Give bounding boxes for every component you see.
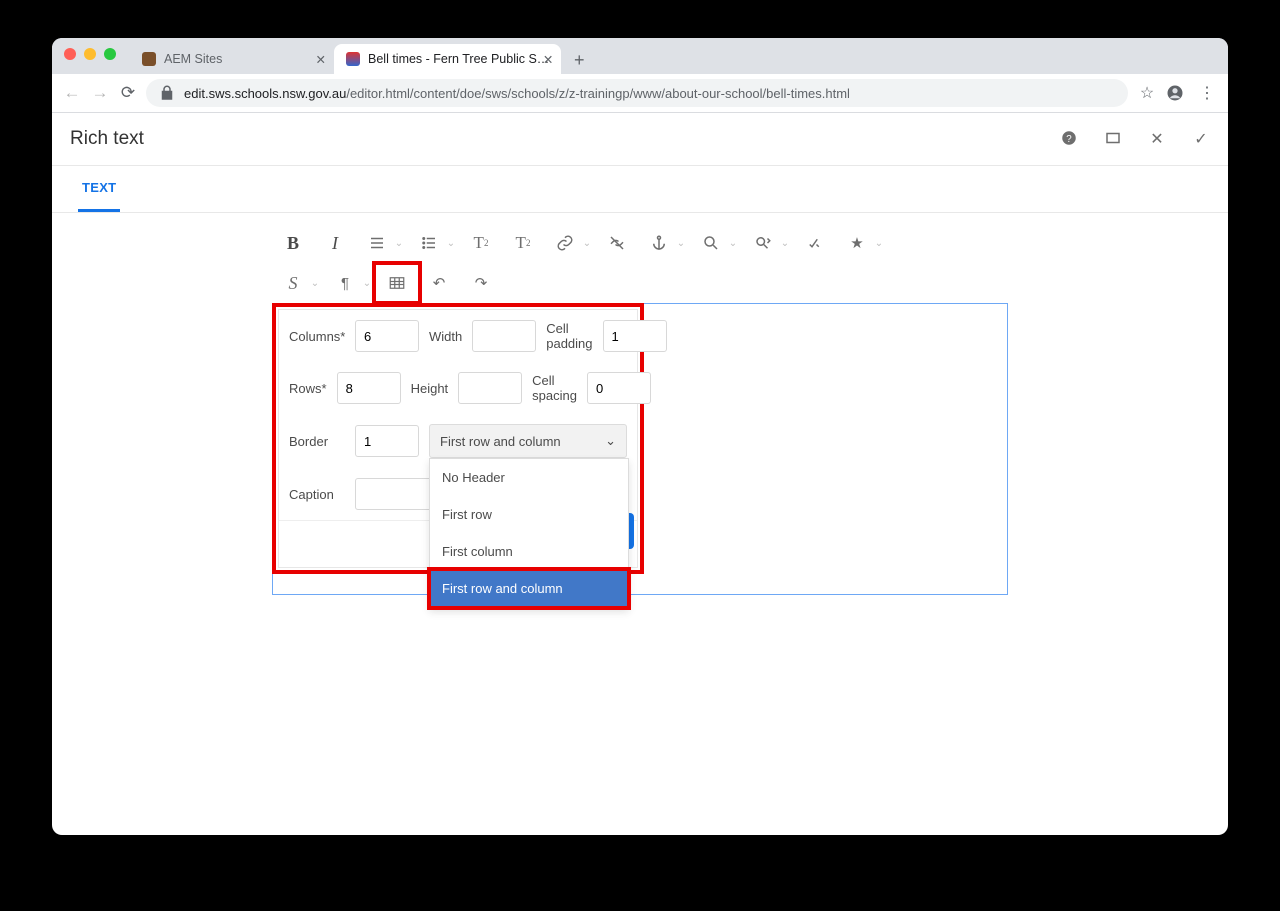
close-tab-icon[interactable]: ✕: [543, 52, 553, 67]
cellpadding-label: Cell padding: [546, 321, 592, 351]
help-icon[interactable]: ?: [1060, 129, 1078, 149]
spacer: [52, 655, 1228, 835]
subscript-button[interactable]: T2: [460, 225, 502, 261]
cellspacing-input[interactable]: [587, 372, 651, 404]
chevron-down-icon[interactable]: ⌄: [672, 225, 690, 261]
border-label: Border: [289, 434, 345, 449]
header-dropdown: No Header First row First column First r…: [429, 458, 629, 608]
header-select[interactable]: First row and column ⌄ No Header First r…: [429, 424, 627, 458]
browser-menu-icon[interactable]: ⋮: [1196, 83, 1218, 103]
rte-toolbar: B I ⌄ ⌄ T2 T2 ⌄ ⌄ ⌄ ⌄ ★ ⌄ S ⌄ ¶ ⌄ ↶ ↷: [52, 213, 1228, 301]
new-tab-button[interactable]: +: [565, 46, 593, 74]
address-bar: ← → ⟳ edit.sws.schools.nsw.gov.au/editor…: [52, 74, 1228, 113]
italic-button[interactable]: I: [314, 225, 356, 261]
favicon-icon: [346, 52, 360, 66]
width-label: Width: [429, 329, 462, 344]
annotation-highlight: [372, 261, 422, 305]
cellpadding-input[interactable]: [603, 320, 667, 352]
forward-icon[interactable]: →: [90, 83, 110, 103]
traffic-lights: [64, 48, 116, 60]
chevron-down-icon[interactable]: ⌄: [776, 225, 794, 261]
tab-text[interactable]: TEXT: [78, 166, 120, 212]
close-icon[interactable]: ✕: [1148, 129, 1166, 149]
header-option-first-column[interactable]: First column: [430, 533, 628, 570]
lock-icon: [158, 84, 176, 102]
width-input[interactable]: [472, 320, 536, 352]
height-label: Height: [411, 381, 449, 396]
chevron-down-icon[interactable]: ⌄: [724, 225, 742, 261]
browser-window: AEM Sites ✕ Bell times - Fern Tree Publi…: [52, 38, 1228, 835]
favicon-icon: [142, 52, 156, 66]
svg-text:?: ?: [1066, 134, 1072, 145]
chevron-down-icon[interactable]: ⌄: [442, 225, 460, 261]
header-option-none[interactable]: No Header: [430, 459, 628, 496]
tab-title: Bell times - Fern Tree Public S…: [368, 52, 549, 66]
header-option-first-row[interactable]: First row: [430, 496, 628, 533]
unlink-button[interactable]: [596, 225, 638, 261]
maximize-window-button[interactable]: [104, 48, 116, 60]
caption-label: Caption: [289, 487, 345, 502]
chevron-down-icon[interactable]: ⌄: [578, 225, 596, 261]
account-icon[interactable]: [1166, 84, 1188, 102]
cellspacing-label: Cell spacing: [532, 373, 577, 403]
header-selected: First row and column: [440, 434, 561, 449]
bold-button[interactable]: B: [272, 225, 314, 261]
border-input[interactable]: [355, 425, 419, 457]
done-icon[interactable]: ✓: [1192, 129, 1210, 149]
rows-label: Rows*: [289, 381, 327, 396]
close-tab-icon[interactable]: ✕: [316, 52, 326, 67]
rows-input[interactable]: [337, 372, 401, 404]
chevron-down-icon[interactable]: ⌄: [870, 225, 888, 261]
browser-tab-bell-times[interactable]: Bell times - Fern Tree Public S… ✕: [334, 44, 561, 74]
tab-title: AEM Sites: [164, 52, 222, 66]
url-text: edit.sws.schools.nsw.gov.au/editor.html/…: [184, 86, 850, 101]
browser-titlebar: AEM Sites ✕ Bell times - Fern Tree Publi…: [52, 38, 1228, 74]
editor-stage: Columns* Width Cell padding Rows* Height…: [272, 303, 1008, 595]
columns-label: Columns*: [289, 329, 345, 344]
table-button[interactable]: [376, 265, 418, 301]
dialog-title: Rich text: [70, 128, 144, 150]
minimize-window-button[interactable]: [84, 48, 96, 60]
redo-button[interactable]: ↷: [460, 265, 502, 301]
url-field[interactable]: edit.sws.schools.nsw.gov.au/editor.html/…: [146, 79, 1128, 107]
height-input[interactable]: [458, 372, 522, 404]
chevron-down-icon[interactable]: ⌄: [306, 265, 324, 301]
undo-button[interactable]: ↶: [418, 265, 460, 301]
columns-input[interactable]: [355, 320, 419, 352]
table-properties-dialog: Columns* Width Cell padding Rows* Height…: [272, 303, 644, 574]
superscript-button[interactable]: T2: [502, 225, 544, 261]
browser-tab-aem-sites[interactable]: AEM Sites ✕: [130, 44, 334, 74]
reload-icon[interactable]: ⟳: [118, 83, 138, 103]
editor-header: Rich text ? ✕ ✓: [52, 113, 1228, 165]
chevron-down-icon: ⌄: [605, 433, 616, 449]
spellcheck-button[interactable]: [794, 225, 836, 261]
editor-tabs: TEXT: [52, 166, 1228, 213]
back-icon[interactable]: ←: [62, 83, 82, 103]
bookmark-star-icon[interactable]: ☆: [1136, 83, 1158, 103]
fullscreen-icon[interactable]: [1104, 129, 1122, 149]
browser-tabs: AEM Sites ✕ Bell times - Fern Tree Publi…: [130, 38, 593, 74]
chevron-down-icon[interactable]: ⌄: [390, 225, 408, 261]
header-option-first-row-and-column[interactable]: First row and column: [430, 570, 628, 607]
close-window-button[interactable]: [64, 48, 76, 60]
header-actions: ? ✕ ✓: [1060, 129, 1210, 149]
